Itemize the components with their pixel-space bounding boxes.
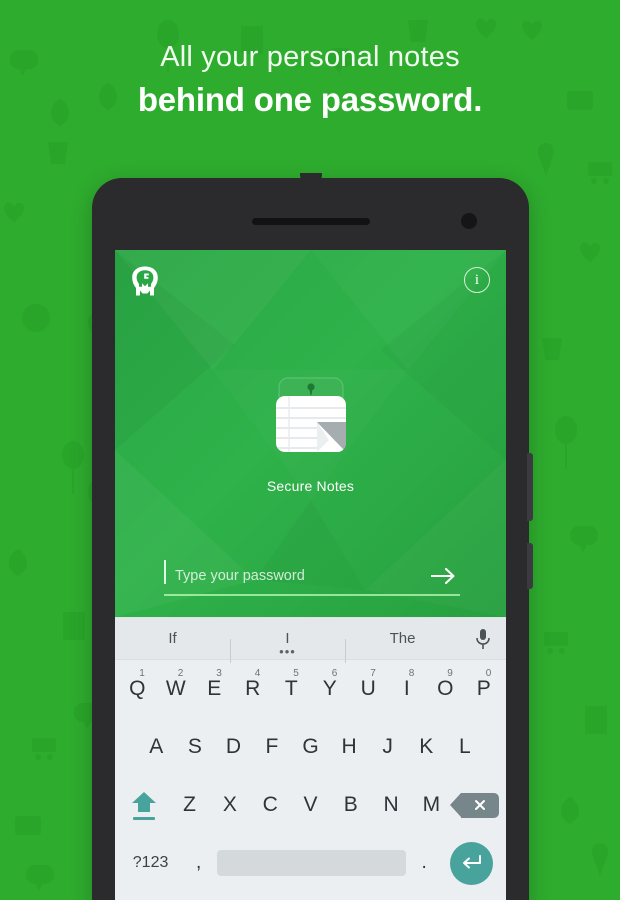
period-key[interactable]: .	[406, 834, 443, 892]
key-o-label: O	[437, 677, 454, 700]
key-u[interactable]: 7 U	[349, 660, 388, 718]
key-e-number: 3	[216, 668, 222, 679]
keyboard-row-1: 1 Q 2 W 3 E 4 R 5 T 6 Y 7 U 8 I 9 O 0 P	[115, 660, 506, 718]
keyboard-row-3: Z X C V B N M	[115, 776, 506, 834]
secure-notes-icon[interactable]	[265, 370, 357, 466]
info-button[interactable]: i	[464, 267, 490, 293]
spartan-helmet-logo-icon	[132, 266, 158, 296]
key-y-number: 6	[331, 668, 338, 679]
key-k[interactable]: K	[407, 718, 446, 776]
key-i[interactable]: 8 I	[388, 660, 427, 718]
key-p-label: P	[476, 677, 491, 700]
shift-key[interactable]	[119, 776, 169, 834]
comma-key[interactable]: ,	[180, 834, 217, 892]
password-underline	[164, 594, 460, 596]
key-r[interactable]: 4 R	[234, 660, 273, 718]
phone-power-button[interactable]	[527, 543, 533, 589]
microphone-icon	[476, 628, 490, 649]
key-e[interactable]: 3 E	[195, 660, 234, 718]
key-t[interactable]: 5 T	[272, 660, 311, 718]
key-y-label: Y	[322, 677, 337, 700]
key-u-label: U	[360, 677, 376, 700]
key-o-number: 9	[447, 668, 453, 679]
key-x[interactable]: X	[210, 776, 250, 834]
suggestion-3[interactable]: The	[345, 630, 460, 663]
key-e-label: E	[207, 677, 222, 700]
key-j[interactable]: J	[368, 718, 407, 776]
phone-front-camera	[461, 213, 477, 229]
space-key[interactable]	[217, 834, 406, 892]
symbols-key[interactable]: ?123	[121, 834, 180, 892]
voice-input-button[interactable]	[460, 628, 506, 650]
key-o[interactable]: 9 O	[426, 660, 465, 718]
suggestion-bar: If I ••• The	[115, 618, 506, 663]
key-l[interactable]: L	[446, 718, 485, 776]
key-p-number: 0	[485, 668, 492, 679]
shift-arrow-icon	[127, 787, 161, 823]
key-i-label: I	[403, 677, 410, 700]
keyboard-row-4: ?123 , .	[115, 834, 506, 892]
key-u-number: 7	[370, 668, 376, 679]
backspace-icon	[449, 792, 499, 818]
suggestion-more-dots[interactable]: •••	[279, 645, 296, 658]
key-q-label: Q	[129, 677, 146, 700]
on-screen-keyboard: If I ••• The 1 Q 2 W 3 E 4 R 5 T 6 Y 7 U…	[115, 617, 506, 900]
app-lock-screen: i Secure Notes Type your password	[115, 250, 506, 617]
key-z[interactable]: Z	[169, 776, 209, 834]
key-d[interactable]: D	[214, 718, 253, 776]
suggestion-1[interactable]: If	[115, 630, 230, 647]
secure-notes-label: Secure Notes	[266, 478, 355, 494]
key-w[interactable]: 2 W	[157, 660, 196, 718]
key-q-number: 1	[139, 668, 145, 679]
key-f[interactable]: F	[253, 718, 292, 776]
spacebar-surface	[217, 850, 406, 876]
headline-line-1: All your personal notes	[160, 41, 460, 73]
backspace-key[interactable]	[449, 776, 502, 834]
key-p[interactable]: 0 P	[465, 660, 504, 718]
key-r-label: R	[245, 677, 261, 700]
key-w-number: 2	[177, 668, 184, 679]
password-submit-button[interactable]	[426, 561, 460, 591]
password-row	[164, 556, 460, 596]
key-m[interactable]: M	[411, 776, 451, 834]
key-w-label: W	[165, 677, 186, 700]
password-input[interactable]	[164, 568, 426, 584]
key-t-label: T	[284, 677, 298, 700]
key-c[interactable]: C	[250, 776, 290, 834]
enter-key[interactable]	[443, 834, 500, 892]
phone-earpiece-speaker	[251, 218, 370, 225]
key-r-number: 4	[254, 668, 261, 679]
key-b[interactable]: B	[331, 776, 371, 834]
arrow-right-icon	[431, 567, 455, 585]
key-v[interactable]: V	[290, 776, 330, 834]
headline-line-2: behind one password.	[137, 81, 483, 118]
headline: All your personal notes behind one passw…	[0, 40, 620, 121]
text-cursor	[164, 560, 166, 584]
enter-return-icon	[449, 841, 493, 885]
shift-underline	[133, 816, 156, 820]
key-s[interactable]: S	[176, 718, 215, 776]
key-a[interactable]: A	[137, 718, 176, 776]
key-h[interactable]: H	[330, 718, 369, 776]
key-g[interactable]: G	[291, 718, 330, 776]
key-i-number: 8	[408, 668, 415, 679]
key-y[interactable]: 6 Y	[311, 660, 350, 718]
key-t-number: 5	[293, 668, 299, 679]
phone-mockup: i Secure Notes Type your password If I •…	[92, 173, 533, 900]
secure-notes-block[interactable]: Secure Notes	[115, 370, 506, 494]
keyboard-row-2: A S D F G H J K L	[115, 718, 506, 776]
key-n[interactable]: N	[371, 776, 411, 834]
app-logo	[131, 266, 159, 296]
info-icon: i	[474, 271, 480, 288]
phone-screen: i Secure Notes Type your password If I •…	[115, 250, 506, 900]
key-q[interactable]: 1 Q	[118, 660, 157, 718]
suggestion-2[interactable]: I •••	[230, 630, 345, 663]
phone-volume-button[interactable]	[527, 453, 533, 521]
